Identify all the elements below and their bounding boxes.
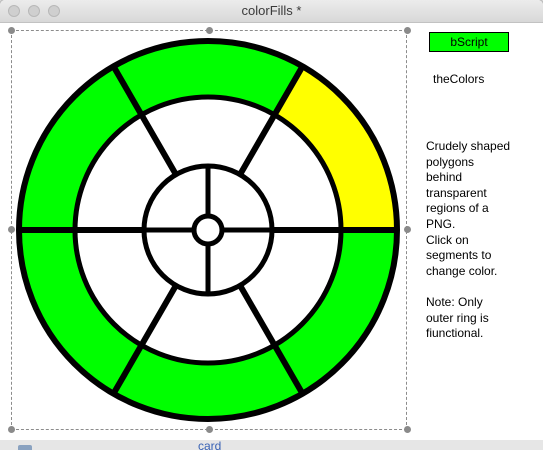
background-window-strip: card [0,440,543,450]
resize-handle-right[interactable] [404,226,411,233]
resize-handle-left[interactable] [8,226,15,233]
bscript-button[interactable]: bScript [429,32,509,52]
thecolors-field[interactable]: theColors [433,72,484,86]
background-card-label: card [198,440,222,450]
title-bar[interactable]: colorFills * [0,0,543,23]
resize-handle-bottom-left[interactable] [8,426,15,433]
folder-icon [18,445,32,450]
app-window: colorFills * bScript theColors Crudely s… [0,0,543,440]
resize-handle-top-left[interactable] [8,27,15,34]
resize-handle-top-right[interactable] [404,27,411,34]
center-hub [191,213,225,247]
resize-handle-bottom-right[interactable] [404,426,411,433]
window-title: colorFills * [241,3,302,18]
instructions-text: Crudely shaped polygons behind transpare… [426,139,511,341]
color-wheel-image [16,38,400,422]
